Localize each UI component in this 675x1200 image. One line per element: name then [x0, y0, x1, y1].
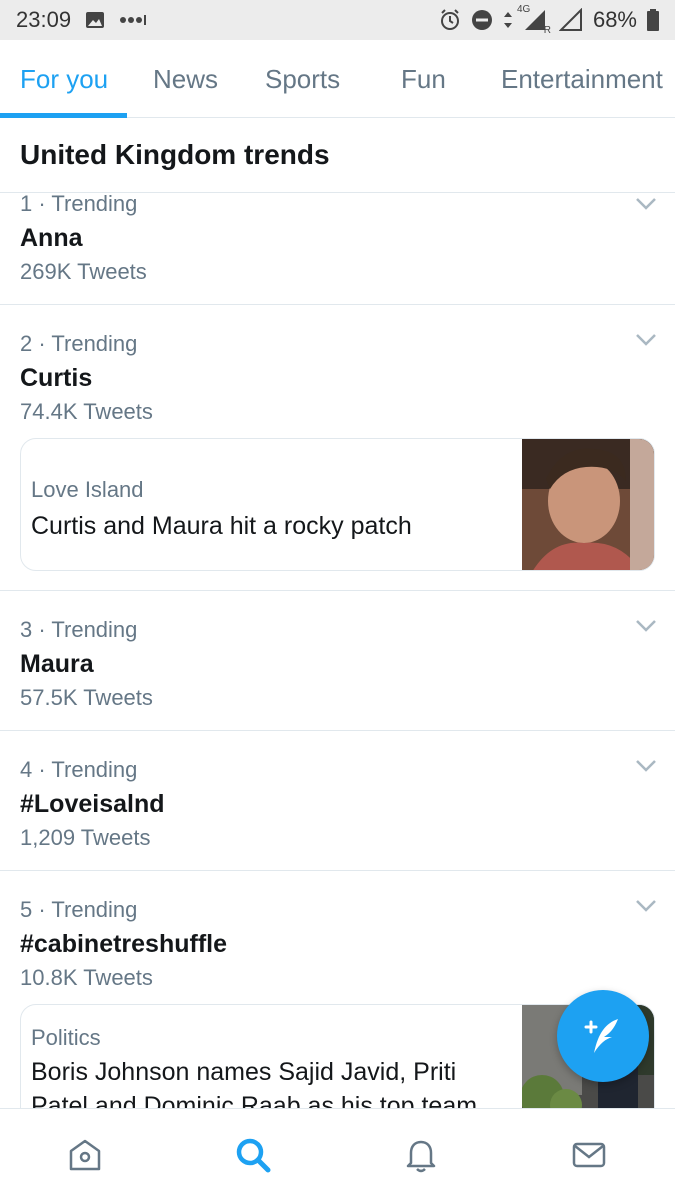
tab-for-you[interactable]: For you: [20, 40, 108, 118]
card-thumbnail-image: [522, 439, 654, 570]
tab-entertainment[interactable]: Entertainment: [501, 40, 663, 118]
cellular-signal-icon: 4G R: [517, 4, 551, 36]
tab-sports[interactable]: Sports: [265, 40, 340, 118]
trend-item[interactable]: 4 · Trending #Loveisalnd 1,209 Tweets: [0, 731, 675, 871]
trend-tweet-count: 269K Tweets: [20, 259, 147, 284]
chevron-down-icon[interactable]: [635, 197, 657, 211]
home-icon: [69, 1139, 101, 1171]
trend-tweet-count: 1,209 Tweets: [20, 825, 151, 850]
nav-notifications-button[interactable]: [399, 1133, 443, 1177]
trend-rank-label: 4 · Trending: [20, 757, 138, 782]
trends-list[interactable]: 1 · Trending Anna 269K Tweets 2 · Trendi…: [0, 193, 675, 1108]
trend-rank-label: 3 · Trending: [20, 617, 138, 642]
chevron-down-icon[interactable]: [635, 899, 657, 913]
trend-name: Curtis: [20, 364, 93, 392]
trend-rank-label: 1 · Trending: [20, 193, 138, 216]
status-bar: 23:09 4G R 68%: [0, 0, 675, 40]
network-type-label: 4G: [516, 4, 531, 15]
compose-tweet-icon: [584, 1019, 618, 1053]
trend-name: Maura: [20, 650, 94, 678]
nav-messages-button[interactable]: [567, 1133, 611, 1177]
trend-name: #cabinetreshuffle: [20, 930, 228, 958]
notifications-bell-icon: [406, 1140, 436, 1173]
news-card[interactable]: Love Island Curtis and Maura hit a rocky…: [20, 438, 655, 571]
card-category: Love Island: [31, 477, 144, 502]
trend-tweet-count: 57.5K Tweets: [20, 685, 153, 710]
data-transfer-icon: [503, 10, 513, 30]
wifi-signal-icon: [558, 8, 583, 32]
battery-percent: 68%: [592, 7, 637, 32]
card-headline: Curtis and Maura hit a rocky patch: [31, 512, 412, 540]
roaming-label: R: [543, 25, 551, 36]
trend-item[interactable]: 1 · Trending Anna 269K Tweets: [0, 193, 675, 305]
more-notifications-icon: [119, 15, 147, 25]
trend-item[interactable]: 5 · Trending #cabinetreshuffle 10.8K Twe…: [0, 871, 675, 1108]
trend-name: Anna: [20, 224, 83, 252]
category-tabs: For you News Sports Fun Entertainment: [0, 40, 675, 118]
trend-name: #Loveisalnd: [20, 790, 165, 818]
battery-icon: [647, 9, 659, 31]
nav-search-button[interactable]: [231, 1133, 275, 1177]
trend-rank-label: 2 · Trending: [20, 331, 138, 356]
tab-fun[interactable]: Fun: [401, 40, 446, 118]
section-title: United Kingdom trends: [0, 118, 675, 193]
nav-home-button[interactable]: [63, 1133, 107, 1177]
card-category: Politics: [31, 1025, 101, 1050]
alarm-icon: [439, 9, 461, 31]
bottom-navigation: [0, 1108, 675, 1200]
status-time: 23:09: [16, 7, 72, 32]
trend-item[interactable]: 2 · Trending Curtis 74.4K Tweets Love Is…: [0, 305, 675, 591]
tab-news[interactable]: News: [153, 40, 218, 118]
chevron-down-icon[interactable]: [635, 619, 657, 633]
compose-tweet-button[interactable]: [557, 990, 649, 1082]
trend-rank-label: 5 · Trending: [20, 897, 138, 922]
search-icon: [236, 1138, 271, 1173]
trend-tweet-count: 74.4K Tweets: [20, 399, 153, 424]
card-headline: Boris Johnson names Sajid Javid, Priti P…: [31, 1058, 478, 1108]
trend-tweet-count: 10.8K Tweets: [20, 965, 153, 990]
messages-envelope-icon: [572, 1142, 606, 1168]
do-not-disturb-icon: [471, 9, 493, 31]
trend-item[interactable]: 3 · Trending Maura 57.5K Tweets: [0, 591, 675, 731]
chevron-down-icon[interactable]: [635, 759, 657, 773]
gallery-notification-icon: [85, 11, 105, 29]
chevron-down-icon[interactable]: [635, 333, 657, 347]
